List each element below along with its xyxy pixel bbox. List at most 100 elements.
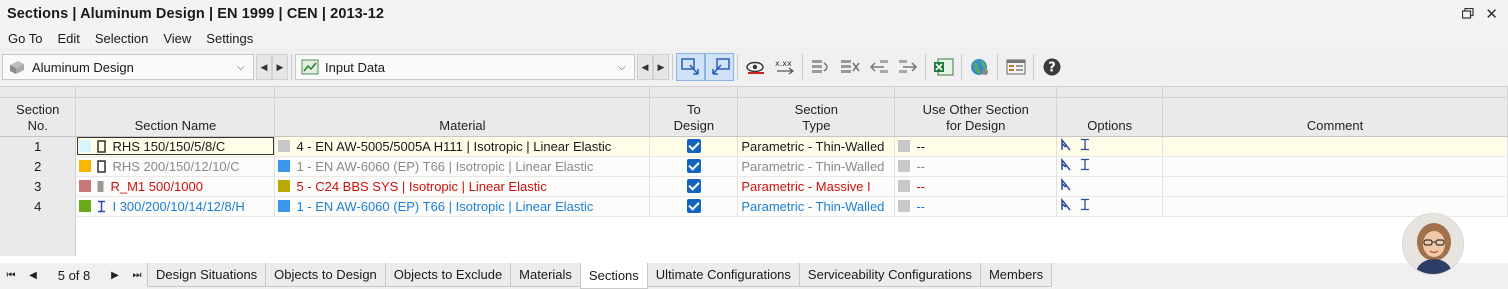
select-from-model-button[interactable]: [705, 53, 734, 81]
section-color-swatch: [79, 199, 92, 212]
section-type-cell[interactable]: Parametric - Massive I: [737, 176, 896, 197]
menu-settings[interactable]: Settings: [198, 31, 260, 46]
tab-design-situations[interactable]: Design Situations: [147, 263, 267, 287]
use-other-cell[interactable]: --: [894, 196, 1058, 217]
decimal-places-button[interactable]: x.xx: [770, 53, 799, 81]
options-cell[interactable]: [1056, 156, 1164, 177]
insert-row-button[interactable]: [806, 53, 835, 81]
to-design-checkbox[interactable]: [686, 158, 701, 173]
to-design-checkbox[interactable]: [686, 178, 701, 193]
to-design-cell[interactable]: [649, 176, 739, 197]
tab-objects-to-design[interactable]: Objects to Design: [265, 263, 386, 287]
menu-selection[interactable]: Selection: [87, 31, 155, 46]
use-other-cell[interactable]: --: [894, 136, 1058, 157]
row-number[interactable]: 1: [0, 136, 77, 157]
tab-ultimate-configurations[interactable]: Ultimate Configurations: [646, 263, 800, 287]
comment-cell[interactable]: [1162, 176, 1508, 197]
material-cell[interactable]: 5 - C24 BBS SYS | Isotropic | Linear Ela…: [274, 176, 651, 197]
tab-materials[interactable]: Materials: [510, 263, 581, 287]
options-cell[interactable]: [1056, 176, 1164, 197]
table-row[interactable]: 2 RHS 200/150/12/10/C 1 - EN AW-6060 (EP) …: [0, 156, 1508, 177]
to-design-cell[interactable]: [649, 156, 739, 177]
row-number[interactable]: 4: [0, 196, 77, 217]
svg-text:x.xx: x.xx: [775, 59, 792, 68]
globe-settings-button[interactable]: [965, 53, 994, 81]
section-name-cell[interactable]: RHS 200/150/12/10/C: [75, 156, 276, 177]
to-design-cell[interactable]: [649, 196, 739, 217]
material-cell[interactable]: 1 - EN AW-6060 (EP) T66 | Isotropic | Li…: [274, 156, 651, 177]
taper-icon[interactable]: [1060, 138, 1072, 151]
next-page-icon[interactable]: ▶: [104, 270, 126, 281]
next-module-button[interactable]: ▶: [272, 54, 288, 80]
tab-objects-to-exclude[interactable]: Objects to Exclude: [384, 263, 512, 287]
col-header-comment[interactable]: Comment: [1162, 97, 1508, 137]
to-design-cell[interactable]: [649, 136, 739, 157]
use-other-cell[interactable]: --: [894, 176, 1058, 197]
col-header-section-type[interactable]: Section Type: [737, 97, 896, 137]
export-excel-button[interactable]: [929, 53, 958, 81]
material-cell[interactable]: 4 - EN AW-5005/5005A H111 | Isotropic | …: [274, 136, 651, 157]
col-header-use-other[interactable]: Use Other Section for Design: [894, 97, 1058, 137]
i-beam-icon[interactable]: [1080, 158, 1090, 171]
row-number[interactable]: 3: [0, 176, 77, 197]
view-toggle-button[interactable]: [741, 53, 770, 81]
table-combo[interactable]: Input Data ⌵: [295, 54, 635, 80]
table-settings-button[interactable]: [1001, 53, 1030, 81]
col-header-options[interactable]: Options: [1056, 97, 1164, 137]
row-number[interactable]: 2: [0, 156, 77, 177]
table-row[interactable]: 3 R_M1 500/1000 5 - C24 BBS SYS | Isotropi…: [0, 176, 1508, 197]
chevron-down-icon: ⌵: [618, 61, 626, 73]
move-right-button[interactable]: [893, 53, 922, 81]
comment-cell[interactable]: [1162, 196, 1508, 217]
taper-icon[interactable]: [1060, 158, 1072, 171]
use-other-swatch: [898, 139, 911, 152]
material-cell[interactable]: 1 - EN AW-6060 (EP) T66 | Isotropic | Li…: [274, 196, 651, 217]
menu-edit[interactable]: Edit: [49, 31, 86, 46]
options-cell[interactable]: [1056, 136, 1164, 157]
to-design-checkbox[interactable]: [686, 138, 701, 153]
delete-row-button[interactable]: [835, 53, 864, 81]
col-header-section-name[interactable]: Section Name: [75, 97, 276, 137]
menu-goto[interactable]: Go To: [0, 31, 49, 46]
select-in-model-button[interactable]: [676, 53, 705, 81]
comment-cell[interactable]: [1162, 156, 1508, 177]
assistant-avatar[interactable]: [1402, 213, 1464, 275]
aluminum-design-icon: [10, 61, 24, 74]
rhs-section-icon: [97, 139, 107, 153]
section-type-cell[interactable]: Parametric - Thin-Walled: [737, 196, 896, 217]
menu-view[interactable]: View: [155, 31, 198, 46]
i-beam-icon[interactable]: [1080, 198, 1090, 211]
move-left-button[interactable]: [864, 53, 893, 81]
col-header-section-no[interactable]: Section No.: [0, 97, 77, 137]
section-name-cell[interactable]: R_M1 500/1000: [75, 176, 276, 197]
table-row[interactable]: 4 I 300/200/10/14/12/8/H 1 - EN AW-6060 (E…: [0, 196, 1508, 217]
close-icon[interactable]: ✕: [1485, 5, 1498, 23]
tab-members[interactable]: Members: [979, 263, 1053, 287]
options-cell[interactable]: [1056, 196, 1164, 217]
help-button[interactable]: ?: [1037, 53, 1066, 81]
prev-table-button[interactable]: ◀: [637, 54, 653, 80]
use-other-cell[interactable]: --: [894, 156, 1058, 177]
section-name-cell[interactable]: RHS 150/150/5/8/C: [75, 136, 276, 157]
prev-page-icon[interactable]: ◀: [22, 270, 44, 281]
tab-serviceability-configurations[interactable]: Serviceability Configurations: [798, 263, 981, 287]
section-name-cell[interactable]: I 300/200/10/14/12/8/H: [75, 196, 276, 217]
prev-module-button[interactable]: ◀: [256, 54, 272, 80]
i-beam-icon[interactable]: [1080, 138, 1090, 151]
next-table-button[interactable]: ▶: [653, 54, 669, 80]
first-page-icon[interactable]: ⏮: [0, 270, 22, 281]
taper-icon[interactable]: [1060, 178, 1072, 191]
section-type-cell[interactable]: Parametric - Thin-Walled: [737, 156, 896, 177]
col-header-material[interactable]: Material: [274, 97, 651, 137]
comment-cell[interactable]: [1162, 136, 1508, 157]
table-row[interactable]: 1 RHS 150/150/5/8/C 4 - EN AW-5005/5005A H…: [0, 136, 1508, 157]
section-type-cell[interactable]: Parametric - Thin-Walled: [737, 136, 896, 157]
material-color-swatch: [278, 199, 291, 212]
tab-sections[interactable]: Sections: [579, 263, 648, 289]
col-header-to-design[interactable]: To Design: [649, 97, 739, 137]
restore-window-icon[interactable]: [1462, 8, 1474, 19]
last-page-icon[interactable]: ⏭: [126, 270, 148, 281]
to-design-checkbox[interactable]: [686, 198, 701, 213]
module-combo[interactable]: Aluminum Design ⌵: [2, 54, 254, 80]
taper-icon[interactable]: [1060, 198, 1072, 211]
